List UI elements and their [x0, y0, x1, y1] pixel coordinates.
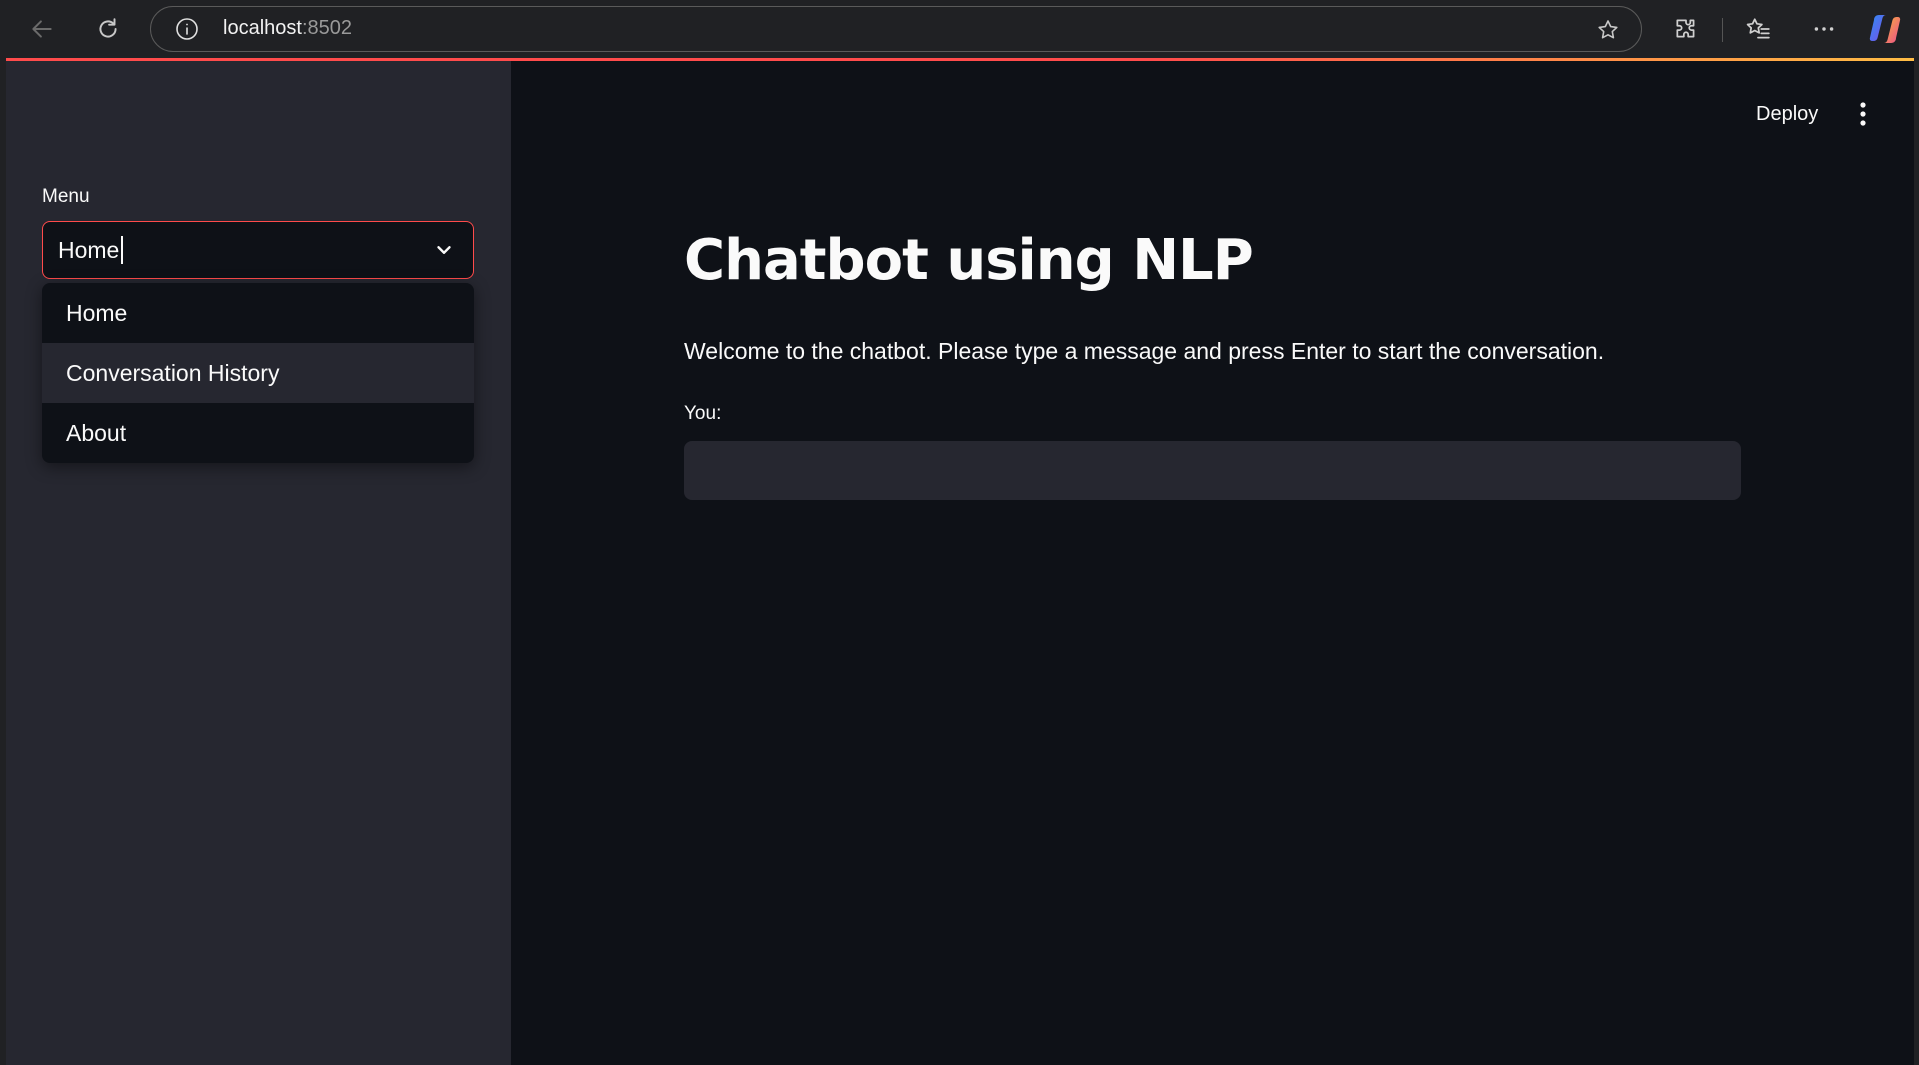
- menu-select-value[interactable]: Home: [58, 222, 124, 278]
- copilot-icon[interactable]: [1868, 12, 1902, 46]
- favorites-icon[interactable]: [1740, 11, 1776, 47]
- url-text[interactable]: localhost:8502: [223, 7, 352, 50]
- menu-option-home[interactable]: Home: [42, 283, 474, 343]
- page-title: Chatbot using NLP: [684, 228, 1254, 293]
- url-host: localhost: [223, 17, 302, 39]
- deploy-button[interactable]: Deploy: [1746, 94, 1828, 134]
- address-bar[interactable]: localhost:8502: [150, 6, 1642, 52]
- chevron-down-icon[interactable]: [433, 239, 455, 261]
- welcome-text: Welcome to the chatbot. Please type a me…: [684, 338, 1605, 364]
- text-caret: [121, 235, 124, 264]
- sidebar: Menu Home Home Conversation History Abou…: [6, 61, 511, 1065]
- menu-select[interactable]: Home: [42, 221, 474, 279]
- menu-option-conversation-history[interactable]: Conversation History: [42, 343, 474, 403]
- chat-input-label: You:: [684, 403, 722, 424]
- menu-dropdown: Home Conversation History About: [42, 283, 474, 463]
- back-icon[interactable]: [24, 11, 60, 47]
- chat-input[interactable]: [684, 441, 1741, 500]
- app-viewport: Menu Home Home Conversation History Abou…: [6, 58, 1914, 1065]
- more-icon[interactable]: [1806, 11, 1842, 47]
- menu-select-text: Home: [58, 237, 120, 263]
- favorite-star-icon[interactable]: [1595, 17, 1621, 43]
- site-info-icon[interactable]: [175, 17, 199, 41]
- url-port: :8502: [301, 17, 352, 39]
- reload-icon[interactable]: [90, 11, 126, 47]
- browser-toolbar: localhost:8502: [0, 0, 1919, 58]
- toolbar-separator: [1722, 18, 1723, 42]
- main-menu-icon[interactable]: [1848, 96, 1878, 132]
- extensions-icon[interactable]: [1668, 11, 1704, 47]
- menu-option-about[interactable]: About: [42, 403, 474, 463]
- menu-label: Menu: [42, 186, 90, 207]
